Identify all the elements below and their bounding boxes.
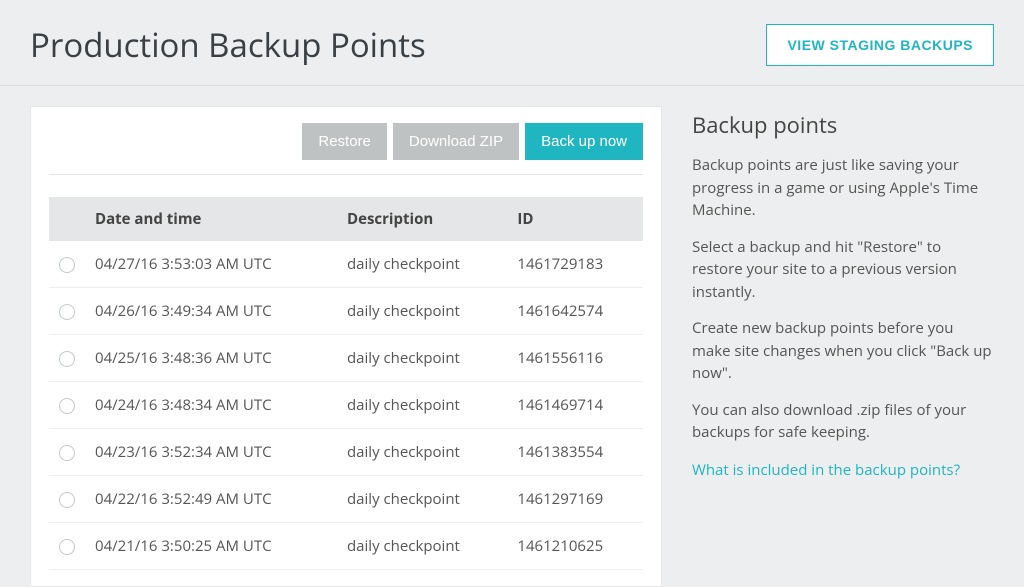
row-select-cell[interactable] bbox=[49, 523, 85, 570]
page-header: Production Backup Points VIEW STAGING BA… bbox=[0, 0, 1024, 86]
table-row[interactable]: 04/23/16 3:52:34 AM UTCdaily checkpoint1… bbox=[49, 429, 643, 476]
backup-table: Date and time Description ID 04/27/16 3:… bbox=[49, 197, 643, 570]
column-select bbox=[49, 197, 85, 241]
row-select-cell[interactable] bbox=[49, 476, 85, 523]
radio-icon[interactable] bbox=[59, 398, 75, 414]
cell-datetime: 04/21/16 3:50:25 AM UTC bbox=[85, 523, 337, 570]
sidebar-text: Create new backup points before you make… bbox=[692, 317, 994, 385]
row-select-cell[interactable] bbox=[49, 429, 85, 476]
cell-id: 1461297169 bbox=[507, 476, 643, 523]
content-area: Restore Download ZIP Back up now Date an… bbox=[0, 86, 1024, 587]
cell-id: 1461642574 bbox=[507, 288, 643, 335]
cell-description: daily checkpoint bbox=[337, 241, 507, 288]
sidebar-heading: Backup points bbox=[692, 110, 994, 140]
backup-now-button[interactable]: Back up now bbox=[525, 123, 643, 160]
cell-datetime: 04/25/16 3:48:36 AM UTC bbox=[85, 335, 337, 382]
cell-description: daily checkpoint bbox=[337, 382, 507, 429]
table-row[interactable]: 04/25/16 3:48:36 AM UTCdaily checkpoint1… bbox=[49, 335, 643, 382]
radio-icon[interactable] bbox=[59, 304, 75, 320]
cell-description: daily checkpoint bbox=[337, 476, 507, 523]
cell-datetime: 04/24/16 3:48:34 AM UTC bbox=[85, 382, 337, 429]
backup-panel: Restore Download ZIP Back up now Date an… bbox=[30, 106, 662, 587]
cell-id: 1461729183 bbox=[507, 241, 643, 288]
radio-icon[interactable] bbox=[59, 539, 75, 555]
download-zip-button[interactable]: Download ZIP bbox=[393, 123, 519, 160]
cell-id: 1461469714 bbox=[507, 382, 643, 429]
radio-icon[interactable] bbox=[59, 257, 75, 273]
radio-icon[interactable] bbox=[59, 445, 75, 461]
cell-id: 1461556116 bbox=[507, 335, 643, 382]
radio-icon[interactable] bbox=[59, 492, 75, 508]
row-select-cell[interactable] bbox=[49, 288, 85, 335]
view-staging-backups-button[interactable]: VIEW STAGING BACKUPS bbox=[766, 24, 994, 66]
column-id: ID bbox=[507, 197, 643, 241]
column-datetime: Date and time bbox=[85, 197, 337, 241]
row-select-cell[interactable] bbox=[49, 241, 85, 288]
cell-datetime: 04/22/16 3:52:49 AM UTC bbox=[85, 476, 337, 523]
whats-included-link[interactable]: What is included in the backup points? bbox=[692, 460, 960, 480]
cell-id: 1461210625 bbox=[507, 523, 643, 570]
row-select-cell[interactable] bbox=[49, 382, 85, 429]
cell-datetime: 04/26/16 3:49:34 AM UTC bbox=[85, 288, 337, 335]
toolbar: Restore Download ZIP Back up now bbox=[49, 123, 643, 175]
table-header-row: Date and time Description ID bbox=[49, 197, 643, 241]
restore-button[interactable]: Restore bbox=[302, 123, 387, 160]
table-row[interactable]: 04/21/16 3:50:25 AM UTCdaily checkpoint1… bbox=[49, 523, 643, 570]
table-row[interactable]: 04/22/16 3:52:49 AM UTCdaily checkpoint1… bbox=[49, 476, 643, 523]
cell-datetime: 04/27/16 3:53:03 AM UTC bbox=[85, 241, 337, 288]
sidebar-text: Backup points are just like saving your … bbox=[692, 154, 994, 222]
cell-description: daily checkpoint bbox=[337, 288, 507, 335]
row-select-cell[interactable] bbox=[49, 335, 85, 382]
table-row[interactable]: 04/27/16 3:53:03 AM UTCdaily checkpoint1… bbox=[49, 241, 643, 288]
column-description: Description bbox=[337, 197, 507, 241]
cell-id: 1461383554 bbox=[507, 429, 643, 476]
help-sidebar: Backup points Backup points are just lik… bbox=[692, 106, 994, 587]
sidebar-text: You can also download .zip files of your… bbox=[692, 399, 994, 444]
cell-description: daily checkpoint bbox=[337, 429, 507, 476]
cell-description: daily checkpoint bbox=[337, 335, 507, 382]
table-row[interactable]: 04/26/16 3:49:34 AM UTCdaily checkpoint1… bbox=[49, 288, 643, 335]
sidebar-text: Select a backup and hit "Restore" to res… bbox=[692, 236, 994, 304]
page-title: Production Backup Points bbox=[30, 22, 426, 67]
cell-description: daily checkpoint bbox=[337, 523, 507, 570]
cell-datetime: 04/23/16 3:52:34 AM UTC bbox=[85, 429, 337, 476]
table-row[interactable]: 04/24/16 3:48:34 AM UTCdaily checkpoint1… bbox=[49, 382, 643, 429]
radio-icon[interactable] bbox=[59, 351, 75, 367]
